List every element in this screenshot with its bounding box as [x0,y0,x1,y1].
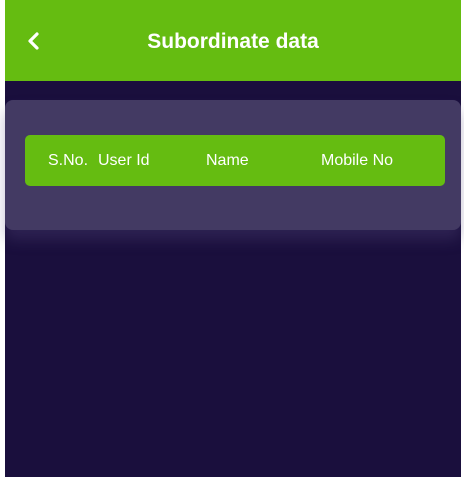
column-header-name: Name [206,152,249,169]
table-header-row: S.No. User Id Name Mobile No [25,135,445,186]
page-title: Subordinate data [147,30,319,53]
subordinate-data-card: S.No. User Id Name Mobile No [5,100,461,230]
chevron-left-icon [28,32,39,50]
column-header-mobile-no: Mobile No [321,152,394,169]
column-header-sno: S.No. [48,152,89,169]
app-screen: Subordinate data S.No. User Id Name Mobi… [5,0,461,477]
top-bar: Subordinate data [5,0,461,81]
column-header-user-id: User Id [98,152,150,169]
back-button[interactable] [19,26,49,56]
